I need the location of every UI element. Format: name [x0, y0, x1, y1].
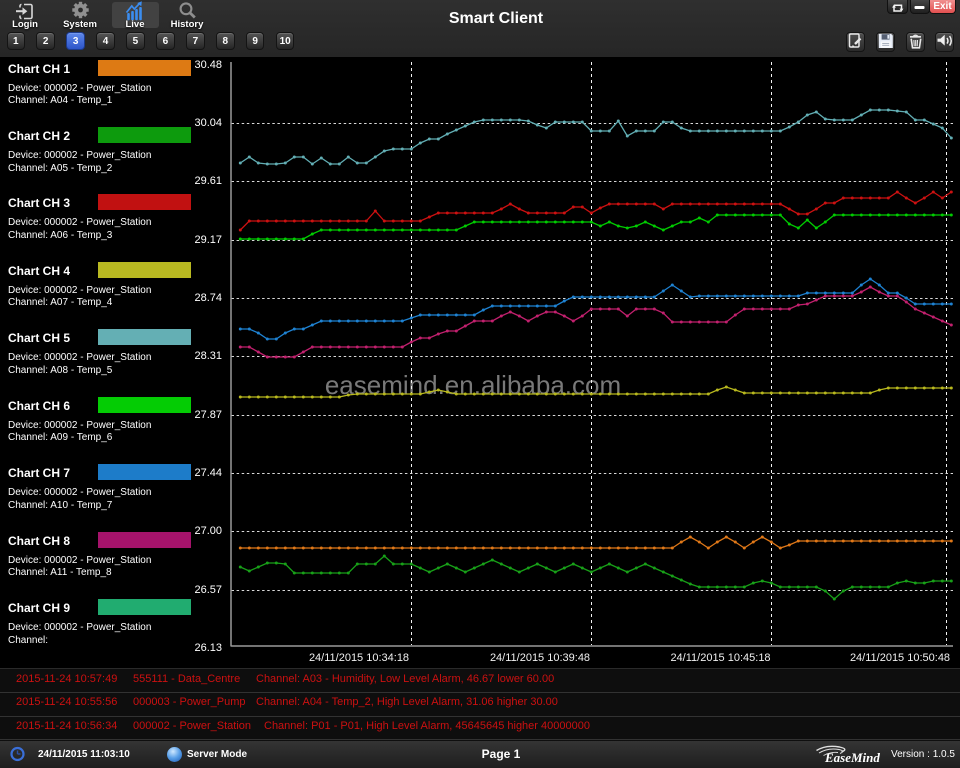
svg-text:24/11/2015 10:39:48: 24/11/2015 10:39:48 [490, 652, 590, 664]
svg-text:24/11/2015 10:50:48: 24/11/2015 10:50:48 [850, 652, 950, 664]
svg-text:easemind.en.alibaba.com: easemind.en.alibaba.com [325, 370, 621, 400]
svg-text:24/11/2015 10:34:18: 24/11/2015 10:34:18 [309, 652, 409, 664]
svg-text:EaseMind: EaseMind [824, 750, 880, 765]
svg-text:24/11/2015 10:45:18: 24/11/2015 10:45:18 [670, 652, 770, 664]
